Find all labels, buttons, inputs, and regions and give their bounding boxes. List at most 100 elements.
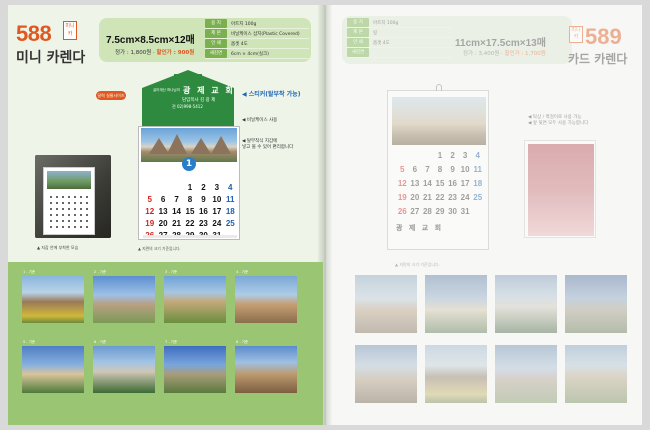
calendar-day: 24 [212, 219, 222, 228]
product-number: 589 [585, 24, 622, 49]
spec-value: 링 [373, 30, 378, 36]
thumbnail-image [22, 346, 84, 393]
landscape-thumbnail: 1 - 기준 [22, 270, 84, 323]
calendar-week: 5 6 7 8 9 10 11 [396, 165, 484, 179]
calendar-day: 24 [460, 193, 470, 202]
calendar-day: 22 [185, 219, 195, 228]
calendar-day: 27 [410, 207, 420, 216]
usage-note-line: ◀ 앞 뒷면 모두 사용 가능합니다 [528, 121, 589, 126]
mini-calendar-in-wallet [43, 167, 95, 235]
spec-row: 인 쇄 옵셋 4도 [347, 38, 452, 48]
church-phone: 전 02)998-5412 [172, 104, 203, 109]
calendar-day: 21 [422, 193, 432, 202]
calendar-day: 14 [422, 179, 432, 188]
landscape-thumbnail: 6 - 기준 [93, 340, 155, 393]
thumbnail-image [93, 276, 155, 323]
spec-row: 용 지 아트지 100g [347, 18, 452, 28]
calendar-week [143, 171, 237, 183]
calendar-day: 23 [198, 219, 208, 228]
calendar-day: 25 [473, 193, 483, 202]
calendar-day: 17 [212, 207, 222, 216]
calendar-day: 10 [460, 165, 470, 174]
size-caption: ▲ 지면의 크기 기준입니다. [395, 262, 440, 267]
calendar-day [471, 207, 484, 221]
calendar-day: 5 [400, 165, 405, 174]
spec-price: 정가 : 3,400원 · 할인가 : 1,700원 [463, 49, 546, 57]
calendar-day [197, 171, 210, 183]
spec-value: 아트지 100g [373, 20, 399, 26]
landscape-thumbnail: 4 - 기준 [235, 270, 297, 323]
wallet-label: ◀ 탈부착식 지갑에 넣고 볼 수 있어 편리합니다 [242, 139, 293, 151]
thumbnail-caption: 7 - 기준 [165, 340, 178, 344]
calendar-day [156, 171, 169, 183]
calendar-day: 2 [450, 151, 455, 160]
calendar-day: 18 [473, 179, 483, 188]
actual-size-tag: 달력 실물사이즈 [96, 91, 126, 100]
calendar-day: 10 [212, 195, 222, 204]
thumbnail-image [164, 276, 226, 323]
calendar-day [210, 171, 223, 183]
thumbnail-caption: 8 - 기준 [236, 340, 249, 344]
thumbnail-caption: 5 - 기준 [23, 340, 36, 344]
spec-value: 6cm × 4cm(실크) [231, 51, 269, 57]
landscape-thumbnail [425, 275, 487, 333]
right-thumbnails [340, 270, 640, 415]
spec-key: 새김면 [347, 48, 369, 57]
spec-key: 용 지 [347, 18, 369, 27]
landscape-thumbnail: 3 - 기준 [164, 270, 226, 323]
spec-key: 용 지 [205, 19, 227, 28]
calendar-grid: 1 2 3 4 5 6 7 8 9 10 11 12 13 14 15 16 17 18 19 20 21 22 23 24 2… [143, 171, 237, 243]
calendar-day: 11 [226, 195, 235, 204]
calendar-day: 11 [473, 165, 482, 174]
calendar-week: 1234 [396, 151, 484, 165]
thumbnail-image [235, 346, 297, 393]
spec-size: 11cm×17.5cm×13매 [455, 38, 546, 49]
calendar-day: 7 [425, 165, 430, 174]
spec-key: 인 쇄 [347, 38, 369, 47]
card-calendar-back [524, 140, 596, 238]
calendar-day: 18 [225, 207, 235, 216]
hanger-icon [436, 84, 442, 91]
mountain-peak [191, 138, 211, 154]
spec-row: 용 지 아트지 100g [205, 19, 309, 29]
calendar-day [170, 171, 183, 183]
calendar-week: 12 13 14 15 16 17 18 [143, 207, 237, 219]
calendar-week: 19 20 21 22 23 24 25 [143, 219, 237, 231]
calendar-day: 28 [422, 207, 432, 216]
landscape-thumbnail [495, 275, 557, 333]
spec-table: 용 지 아트지 100g 제 본 링 인 쇄 옵셋 4도 새김면 [347, 18, 452, 58]
calendar-day: 3 [214, 183, 220, 192]
landscape-thumbnail: 2 - 기준 [93, 270, 155, 323]
thumbnail-image [235, 276, 297, 323]
calendar-day: 26 [397, 207, 407, 216]
landscape-thumbnail [355, 275, 417, 333]
calendar-week: 19 20 21 22 23 24 25 [396, 193, 484, 207]
calendar-day [183, 171, 196, 183]
ruins-photo [392, 97, 486, 145]
calendar-day [224, 171, 237, 183]
price-sale: 할인가 : 900원 [156, 50, 195, 56]
calendar-day: 23 [448, 193, 458, 202]
spec-value: 옵셋 4도 [231, 41, 248, 47]
card-calendar: 1 2 3 4 5 6 7 8 9 10 11 12 13 14 15 16 17 18 19 20 21 22 23 24 2… [387, 84, 489, 250]
calendar-day [143, 183, 156, 195]
calendar-week: 5 6 7 8 9 10 11 [143, 195, 237, 207]
calendar-day [409, 151, 422, 165]
spec-price: 정가 : 1,800원 · 할인가 : 900원 [115, 48, 194, 56]
calendar-day: 1 [187, 183, 193, 192]
thumbnail-caption: 2 - 기준 [94, 270, 107, 274]
church-name: 광 제 교 회 [183, 86, 235, 95]
calendar-day: 9 [201, 195, 206, 204]
calendar-day: 25 [225, 219, 235, 228]
landscape-thumbnail [355, 345, 417, 403]
calendar-week: 262728293031 [396, 207, 484, 221]
calendar-day: 2 [201, 183, 206, 192]
mini-calendar-picture [47, 171, 91, 189]
thumbnail-caption: 1 - 기준 [23, 270, 36, 274]
church-pastor: 담임목사 김 광 제 [182, 98, 216, 103]
calendar-day: 20 [158, 219, 168, 228]
spec-row: 새김면 [347, 48, 452, 58]
calendar-day: 3 [462, 151, 468, 160]
mountain-peak [211, 136, 231, 154]
mini-calendar-grid [48, 194, 92, 232]
